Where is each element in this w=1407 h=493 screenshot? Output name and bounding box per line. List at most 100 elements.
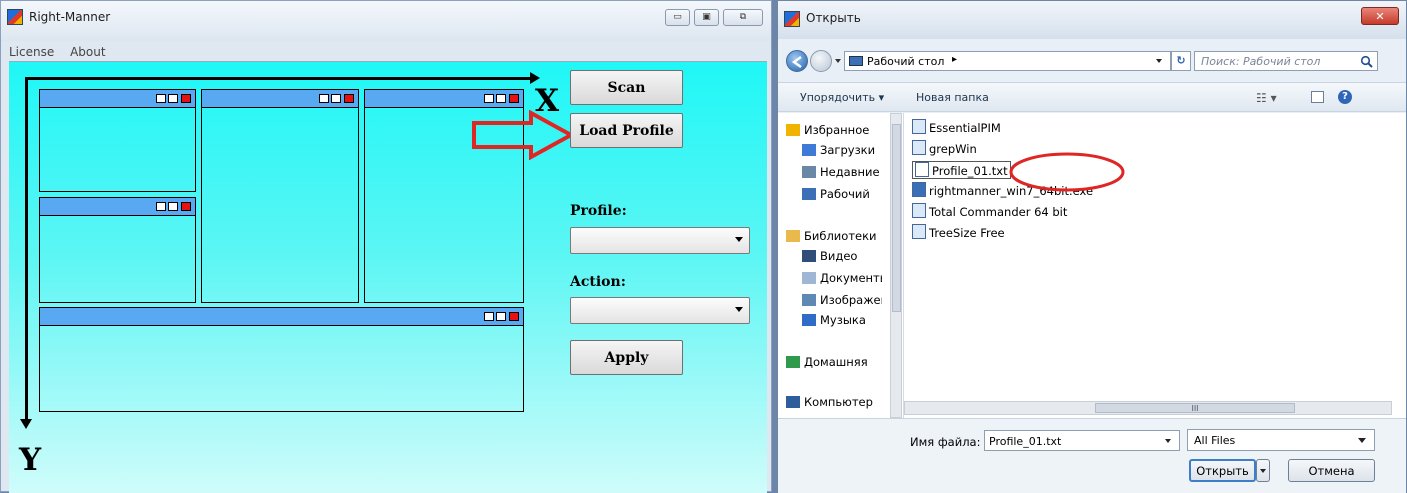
pane-title-bar[interactable]	[40, 90, 195, 108]
music-icon	[802, 314, 816, 326]
y-axis-label: Y	[19, 442, 42, 478]
help-icon[interactable]: ?	[1338, 90, 1352, 104]
maximize-button[interactable]: ▣	[694, 9, 719, 26]
close-button[interactable]: ⧉	[723, 9, 763, 26]
layout-pane-top-middle[interactable]	[201, 89, 359, 303]
homegroup-icon	[786, 356, 800, 368]
address-bar[interactable]: Рабочий стол ▸	[844, 51, 1171, 71]
pane-maximize-icon[interactable]	[496, 94, 506, 103]
profile-dropdown[interactable]	[570, 227, 750, 254]
view-options-icon[interactable]: ☷ ▾	[1256, 91, 1277, 105]
annotation-arrow-icon	[472, 110, 576, 160]
pane-title-bar[interactable]	[202, 90, 358, 108]
search-input[interactable]: Поиск: Рабочий стол	[1194, 51, 1378, 71]
cancel-button[interactable]: Отмена	[1288, 459, 1375, 482]
action-dropdown[interactable]	[570, 297, 750, 324]
desktop-icon	[802, 188, 816, 200]
nav-item[interactable]: Компьютер	[786, 395, 882, 409]
open-options-button[interactable]	[1256, 459, 1270, 482]
nav-scroll-thumb[interactable]	[892, 124, 901, 312]
organize-menu[interactable]: Упорядочить ▾	[800, 91, 884, 104]
pane-title-bar[interactable]	[40, 308, 523, 326]
nav-item-label: Музыка	[820, 313, 866, 327]
search-placeholder: Поиск: Рабочий стол	[1201, 55, 1321, 68]
address-dropdown-icon[interactable]	[1156, 59, 1162, 63]
file-list: EssentialPIM grepWin Profile_01.txt rightma…	[904, 113, 1406, 418]
nav-item[interactable]: Недавние	[802, 165, 882, 179]
pane-maximize-icon[interactable]	[496, 312, 506, 321]
chevron-down-icon[interactable]	[1165, 439, 1171, 443]
layout-pane-top-left[interactable]	[39, 89, 196, 192]
pane-close-icon[interactable]	[509, 312, 519, 321]
nav-item[interactable]: Музыка	[802, 313, 882, 327]
horizontal-scrollbar[interactable]: III	[904, 401, 1392, 415]
file-item[interactable]: EssentialPIM	[912, 119, 1001, 135]
title-bar: Right-Manner ▭ ▣ ⧉	[1, 1, 771, 41]
scan-button[interactable]: Scan	[570, 70, 683, 105]
nav-scrollbar[interactable]	[890, 113, 902, 418]
dialog-close-button[interactable]: ✕	[1361, 7, 1399, 25]
pane-minimize-icon[interactable]	[484, 94, 494, 103]
nav-item[interactable]: Видео	[802, 249, 882, 263]
chevron-down-icon	[735, 307, 743, 312]
dialog-bottom-bar: Имя файла: Profile_01.txt All Files Откр…	[778, 418, 1406, 493]
file-item[interactable]: TreeSize Free	[912, 224, 1005, 240]
dialog-title: Открыть	[806, 11, 861, 25]
load-profile-button[interactable]: Load Profile	[570, 113, 683, 148]
x-axis-line	[25, 77, 536, 80]
pane-minimize-icon[interactable]	[156, 94, 166, 103]
refresh-button[interactable]: ↻	[1171, 51, 1191, 71]
pane-close-icon[interactable]	[181, 202, 191, 211]
apply-button[interactable]: Apply	[570, 340, 683, 375]
nav-item[interactable]: Изображения	[802, 293, 882, 307]
pane-title-bar[interactable]	[365, 90, 523, 108]
new-folder-button[interactable]: Новая папка	[916, 91, 989, 104]
forward-button[interactable]	[810, 50, 832, 72]
file-item[interactable]: Total Commander 64 bit	[912, 203, 1067, 219]
nav-item[interactable]: Рабочий	[802, 187, 882, 201]
preview-pane-icon[interactable]	[1311, 91, 1324, 103]
file-item[interactable]: Profile_01.txt	[912, 161, 1011, 179]
address-path[interactable]: Рабочий стол	[867, 55, 944, 68]
back-arrow-icon	[791, 55, 802, 69]
recent-places-icon	[802, 166, 816, 178]
pane-title-bar[interactable]	[40, 198, 195, 216]
history-dropdown-icon[interactable]	[835, 59, 841, 63]
pane-minimize-icon[interactable]	[319, 94, 329, 103]
pane-close-icon[interactable]	[344, 94, 354, 103]
pane-close-icon[interactable]	[181, 94, 191, 103]
filename-value[interactable]: Profile_01.txt	[989, 435, 1061, 448]
pane-close-icon[interactable]	[509, 94, 519, 103]
pane-maximize-icon[interactable]	[331, 94, 341, 103]
menu-about[interactable]: About	[70, 45, 105, 59]
right-manner-window: Right-Manner ▭ ▣ ⧉ License About X Y Sca…	[0, 0, 772, 493]
dialog-toolbar: Упорядочить ▾ Новая папка ☷ ▾ ?	[778, 82, 1406, 112]
minimize-button[interactable]: ▭	[665, 9, 690, 26]
open-button[interactable]: Открыть	[1189, 459, 1256, 482]
back-button[interactable]	[786, 50, 808, 72]
navigation-bar: Рабочий стол ▸ ↻ Поиск: Рабочий стол	[778, 45, 1406, 79]
action-label: Action:	[570, 274, 626, 290]
address-separator-icon[interactable]: ▸	[952, 54, 957, 65]
menu-license[interactable]: License	[9, 45, 54, 59]
layout-pane-middle-left[interactable]	[39, 197, 196, 303]
pane-maximize-icon[interactable]	[168, 202, 178, 211]
layout-pane-bottom[interactable]	[39, 307, 524, 412]
nav-item[interactable]: Домашняя	[786, 355, 882, 369]
file-item[interactable]: grepWin	[912, 140, 977, 156]
documents-icon	[802, 272, 816, 284]
filename-input[interactable]: Profile_01.txt	[984, 430, 1180, 451]
horizontal-scroll-thumb[interactable]: III	[1095, 403, 1295, 413]
chevron-down-icon	[1358, 438, 1366, 443]
file-type-select[interactable]: All Files	[1187, 429, 1375, 451]
nav-item[interactable]: Библиотеки	[786, 229, 882, 243]
nav-item[interactable]: Документы	[802, 271, 882, 285]
search-icon[interactable]	[1360, 55, 1373, 68]
nav-item[interactable]: Избранное	[786, 123, 882, 137]
pane-minimize-icon[interactable]	[484, 312, 494, 321]
pane-maximize-icon[interactable]	[168, 94, 178, 103]
nav-item[interactable]: Загрузки	[802, 143, 882, 157]
pane-minimize-icon[interactable]	[156, 202, 166, 211]
menu-bar: License About	[9, 45, 118, 61]
shortcut-icon	[912, 224, 926, 239]
